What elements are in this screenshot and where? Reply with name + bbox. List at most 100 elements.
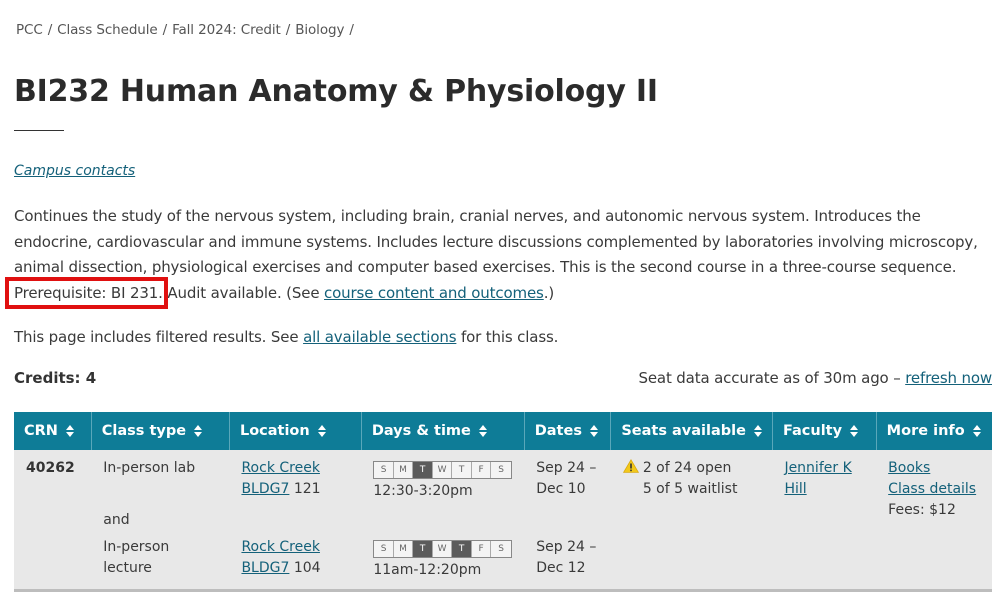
sections-table: CRN Class type Location Days & time Date… [14,412,992,592]
column-label: CRN [24,423,58,439]
breadcrumb-subject[interactable]: Biology [295,22,344,38]
breadcrumb-term[interactable]: Fall 2024: Credit [172,22,281,38]
course-outcomes-link[interactable]: course content and outcomes [324,284,544,302]
building-link[interactable]: BLDG7 [241,560,289,576]
building-link[interactable]: BLDG7 [241,481,289,497]
date-start: Sep 24 – [536,539,597,555]
books-link[interactable]: Books [888,460,930,476]
seats-cell: 2 of 24 open 5 of 5 waitlist [610,450,773,592]
title-divider [14,130,64,131]
weekday-inactive: W [432,462,453,478]
meeting-location: Rock Creek BLDG7 121 [241,458,349,537]
campus-link[interactable]: Rock Creek [241,460,319,476]
weekday-indicator: SMTWTFS [373,540,512,558]
class-type-value: In-person lab [103,460,196,476]
sort-icon[interactable] [478,425,487,437]
sort-icon[interactable] [65,425,74,437]
all-sections-link[interactable]: all available sections [303,328,456,346]
faculty-link[interactable]: Jennifer K Hill [784,460,851,497]
filtered-text: This page includes filtered results. [14,328,271,346]
meeting-class-type: In-person lab [103,458,217,510]
weekday-inactive: S [491,462,511,478]
column-header-faculty[interactable]: Faculty [772,412,877,450]
meeting-connector: and [103,512,130,528]
campus-contacts-link[interactable]: Campus contacts [14,163,135,179]
column-header-days-time[interactable]: Days & time [361,412,525,450]
column-header-dates[interactable]: Dates [524,412,612,450]
meeting-time: 11am-12:20pm [373,562,482,578]
weekday-active: T [413,462,433,478]
class-type-value: In-person lecture [103,539,170,576]
table-row: 40262 In-person lab and In-person lectur… [14,450,992,592]
refresh-now-link[interactable]: refresh now [905,369,992,387]
filtered-see: See [270,328,304,346]
weekday-inactive: S [374,541,394,557]
filtered-notice: This page includes filtered results. See… [14,328,558,346]
sort-icon[interactable] [317,425,326,437]
breadcrumb-separator: / [47,22,53,38]
description-end: .) [543,283,555,302]
room-number: 121 [293,481,321,497]
prerequisite-text: Prerequisite: BI 231. [14,283,163,302]
class-details-link[interactable]: Class details [888,481,976,497]
date-end: Dec 12 [536,560,586,576]
campus-link[interactable]: Rock Creek [241,539,319,555]
page-title: BI232 Human Anatomy & Physiology II [14,74,658,109]
days-time-cell: SMTWTFS 12:30-3:20pm SMTWTFS 11am-12:20p… [361,450,525,592]
column-header-location[interactable]: Location [229,412,362,450]
column-header-more-info[interactable]: More info [876,412,992,450]
weekday-active: T [452,541,472,557]
column-header-class-type[interactable]: Class type [91,412,230,450]
sort-icon[interactable] [753,425,762,437]
weekday-inactive: S [374,462,394,478]
column-label: Dates [534,423,582,439]
crn-cell: 40262 [14,450,92,592]
column-label: Seats available [621,423,746,439]
location-cell: Rock Creek BLDG7 121 Rock Creek BLDG7 10… [229,450,362,592]
sort-icon[interactable] [589,425,598,437]
breadcrumb: PCC / Class Schedule / Fall 2024: Credit / Bio… [16,22,359,38]
date-end: Dec 10 [536,481,586,497]
weekday-inactive: M [393,541,414,557]
room-number: 104 [293,560,321,576]
weekday-inactive: M [393,462,414,478]
description-text: Continues the study of the nervous syste… [14,207,978,277]
meeting-schedule: SMTWTFS 12:30-3:20pm [373,458,512,537]
audit-text: Audit available. (See [162,283,325,302]
column-label: Days & time [371,423,471,439]
column-header-seats[interactable]: Seats available [610,412,773,450]
sort-icon[interactable] [850,425,859,437]
meeting-class-type: In-person lecture [103,537,217,579]
breadcrumb-class-schedule[interactable]: Class Schedule [57,22,158,38]
seats-open: 2 of 24 open [622,458,761,479]
column-label: More info [886,423,965,439]
fees: Fees: $12 [888,502,956,518]
breadcrumb-separator: / [349,22,354,38]
breadcrumb-separator: / [285,22,291,38]
more-info-cell: Books Class details Fees: $12 [876,450,992,592]
column-header-crn[interactable]: CRN [14,412,92,450]
column-label: Faculty [782,423,843,439]
meeting-dates: Sep 24 – Dec 10 [536,458,599,537]
weekday-inactive: T [452,462,472,478]
sort-icon[interactable] [972,425,981,437]
seat-data-notice: Seat data accurate as of 30m ago – refre… [638,369,992,387]
meeting-location: Rock Creek BLDG7 104 [241,537,349,579]
course-description: Continues the study of the nervous syste… [14,204,994,306]
meeting-schedule: SMTWTFS 11am-12:20pm [373,537,512,581]
credits: Credits: 4 [14,369,97,387]
table-header-row: CRN Class type Location Days & time Date… [14,412,992,450]
weekday-inactive: F [471,541,492,557]
faculty-cell: Jennifer K Hill [772,450,877,592]
column-label: Location [239,423,310,439]
warning-icon [622,459,639,473]
breadcrumb-pcc[interactable]: PCC [16,22,43,38]
weekday-inactive: W [432,541,453,557]
meeting-time: 12:30-3:20pm [373,483,473,499]
seats-open-value: 2 of 24 open [642,460,732,476]
seat-data-text: Seat data accurate as of 30m ago – [638,369,906,387]
sort-icon[interactable] [194,425,203,437]
meeting-dates: Sep 24 – Dec 12 [536,537,599,579]
crn-value: 40262 [26,460,75,476]
weekday-active: T [413,541,433,557]
